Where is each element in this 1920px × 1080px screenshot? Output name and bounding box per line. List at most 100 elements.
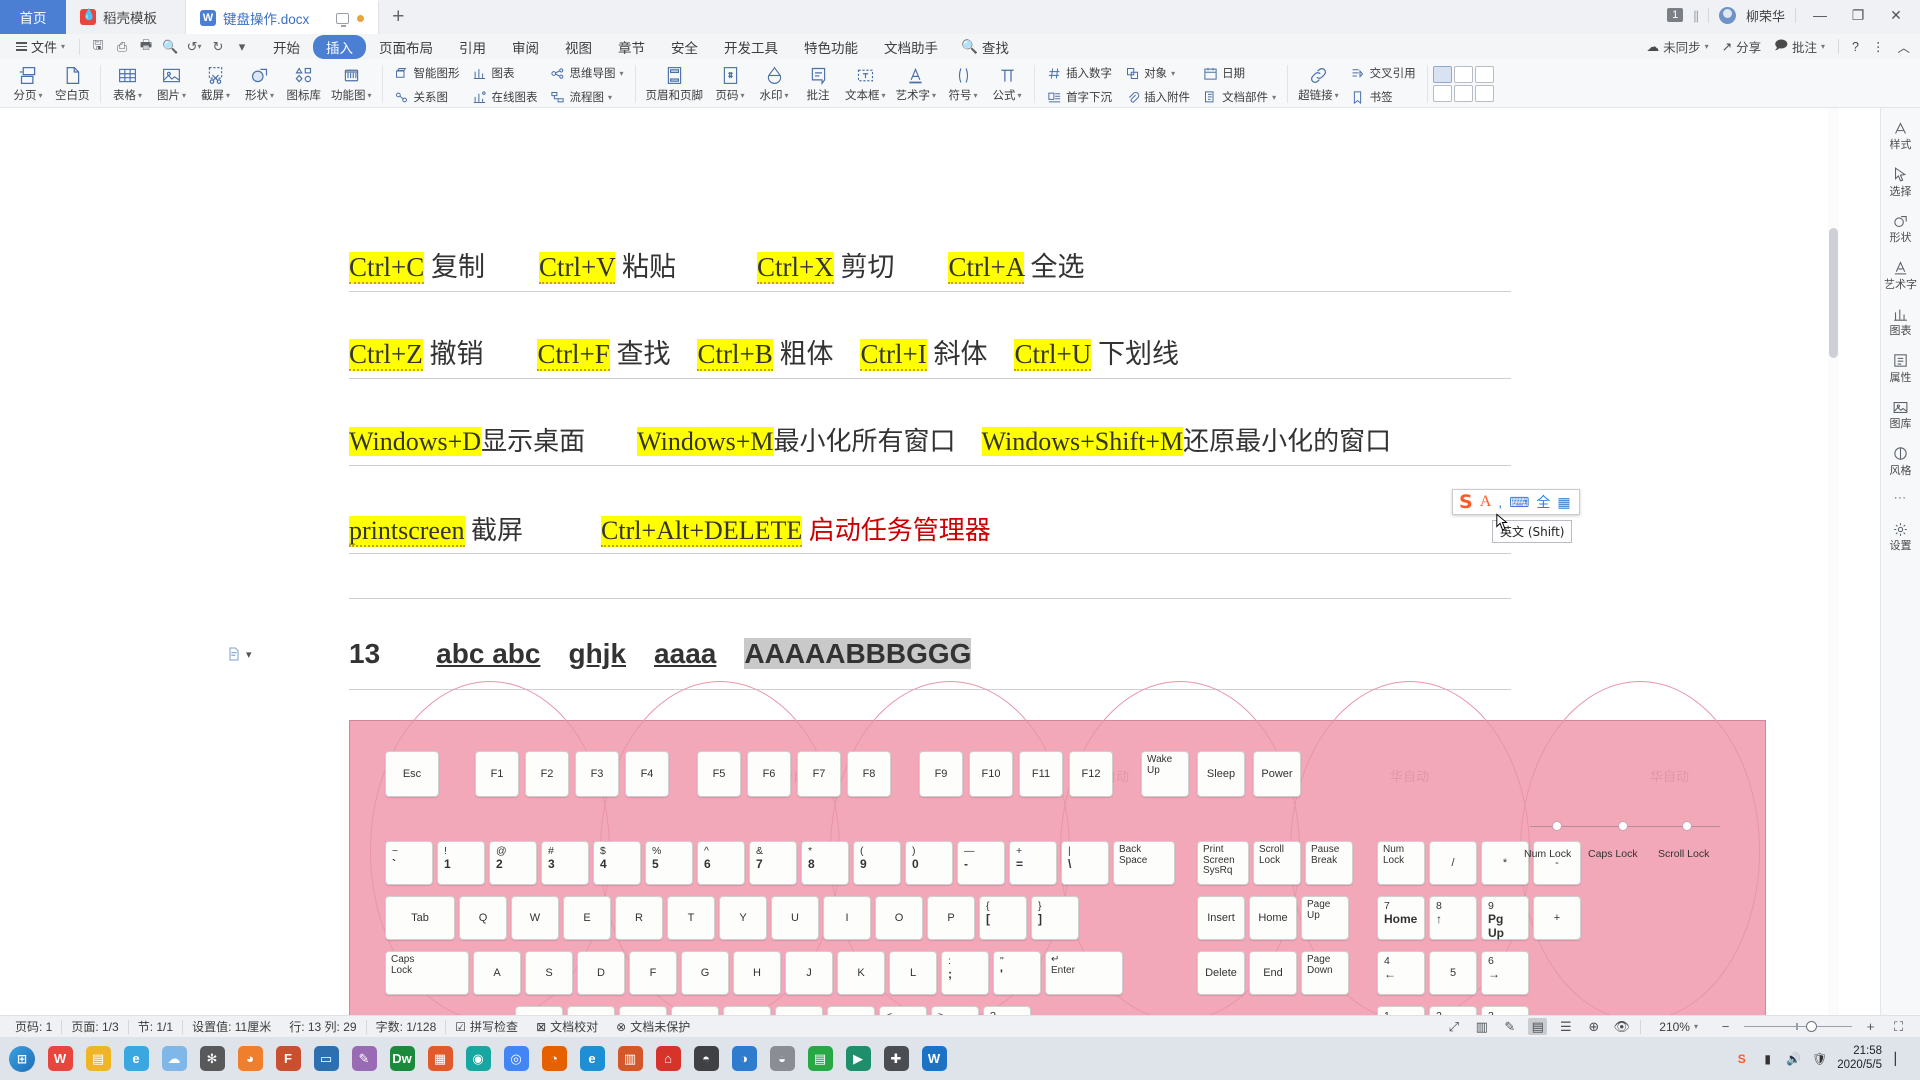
align-topbottom-icon[interactable]: [1453, 85, 1473, 102]
close-button[interactable]: ✕: [1882, 3, 1910, 27]
maximize-button[interactable]: ❐: [1844, 3, 1872, 27]
doc-line-5[interactable]: 13 abc abc ghjk aaaa AAAAABBBGGG: [349, 632, 972, 672]
tab-security[interactable]: 安全: [658, 35, 711, 59]
tab-keyboard-docx[interactable]: W 键盘操作.docx: [186, 0, 380, 34]
icon-library-button[interactable]: 图标库: [282, 62, 327, 103]
ime-mode-icon[interactable]: A: [1480, 493, 1492, 511]
outline-layout-icon[interactable]: ☰: [1556, 1018, 1575, 1035]
sogou-icon[interactable]: S: [1733, 1050, 1750, 1067]
page-break-button[interactable]: 分页 ▾: [6, 62, 50, 103]
redo-icon[interactable]: ↻: [206, 37, 230, 57]
align-through-icon[interactable]: [1432, 85, 1452, 102]
insert-number-button[interactable]: 插入数字: [1040, 62, 1118, 84]
undo-icon[interactable]: ↺ ▾: [182, 37, 206, 57]
present-icon[interactable]: [336, 12, 350, 27]
taskbar-firefox-icon[interactable]: ◔: [536, 1040, 572, 1078]
align-inline-icon[interactable]: [1432, 66, 1452, 83]
tab-start[interactable]: 开始: [260, 35, 313, 59]
taskbar-teal-app-icon[interactable]: ◉: [460, 1040, 496, 1078]
online-chart-button[interactable]: 在线图表: [466, 86, 544, 107]
bookmark-button[interactable]: 书签: [1344, 86, 1422, 107]
tab-section[interactable]: 章节: [605, 35, 658, 59]
shapes-button[interactable]: 形状 ▾: [238, 62, 282, 103]
align-square-icon[interactable]: [1453, 66, 1473, 83]
panel-item-gallery[interactable]: 图库: [1884, 397, 1918, 431]
status-page-number[interactable]: 页码: 1: [6, 1018, 61, 1035]
page-number-button[interactable]: 页码 ▾: [708, 62, 752, 103]
zoom-slider[interactable]: [1744, 1020, 1852, 1032]
taskbar-app1-icon[interactable]: ✻: [194, 1040, 230, 1078]
taskbar-green-app-icon[interactable]: ▤: [802, 1040, 838, 1078]
tab-view[interactable]: 视图: [552, 35, 605, 59]
status-protection[interactable]: ⊗ 文档未保护: [607, 1018, 699, 1035]
doc-parts-button[interactable]: 文档部件 ▾: [1196, 86, 1282, 107]
sync-status-button[interactable]: ☁ 未同步 ▾: [1647, 37, 1709, 56]
tab-reference[interactable]: 引用: [446, 35, 499, 59]
align-behind-icon[interactable]: [1474, 85, 1494, 102]
object-anchor[interactable]: ▾: [226, 646, 252, 662]
doc-line-2[interactable]: Ctrl+Z 撤销 Ctrl+F 查找 Ctrl+B 粗体 Ctrl+I 斜体 …: [349, 332, 1179, 371]
panel-item-chart[interactable]: 图表: [1884, 304, 1918, 338]
taskbar-cube-icon[interactable]: ✚: [878, 1040, 914, 1078]
network-icon[interactable]: ▮: [1759, 1050, 1776, 1067]
blank-page-button[interactable]: 空白页: [50, 62, 95, 103]
panel-item-properties[interactable]: 属性: [1884, 351, 1918, 385]
taskbar-pen-icon[interactable]: ✎: [346, 1040, 382, 1078]
file-menu-button[interactable]: 文件 ▾: [8, 37, 73, 56]
function-chart-button[interactable]: 功能图 ▾: [326, 62, 377, 103]
ime-toolbar[interactable]: S A , ⌨ 全 ▦: [1452, 489, 1580, 515]
watermark-button[interactable]: 水印 ▾: [752, 62, 796, 103]
panel-more-icon[interactable]: ⋯: [1894, 490, 1908, 506]
reading-layout-icon[interactable]: ▥: [1472, 1018, 1491, 1035]
tab-features[interactable]: 特色功能: [791, 35, 871, 59]
toolbox-icon[interactable]: ▦: [1557, 494, 1570, 511]
hyperlink-button[interactable]: 超链接 ▾: [1293, 62, 1344, 103]
attachment-button[interactable]: 插入附件: [1118, 86, 1196, 107]
taskbar-dw-icon[interactable]: Dw: [384, 1040, 420, 1078]
comment-button[interactable]: 🗩 批注 ▾: [1774, 36, 1825, 57]
chart-button[interactable]: 图表: [466, 62, 544, 84]
document-canvas[interactable]: Ctrl+C 复制 Ctrl+V 粘贴 Ctrl+X 剪切 Ctrl+A 全选 …: [0, 108, 1880, 1015]
zoom-level[interactable]: 210% ▾: [1650, 1020, 1707, 1034]
smartart-button[interactable]: 智能图形: [388, 62, 466, 84]
tab-review[interactable]: 审阅: [499, 35, 552, 59]
mindmap-button[interactable]: 思维导图 ▾: [544, 62, 630, 84]
drop-cap-button[interactable]: 首字下沉: [1040, 86, 1118, 107]
taskbar-chrome-icon[interactable]: ◎: [498, 1040, 534, 1078]
panel-item-select[interactable]: 选择: [1884, 165, 1918, 199]
fit-page-button[interactable]: ⛶: [1889, 1018, 1908, 1035]
taskbar-edge-icon[interactable]: e: [118, 1040, 154, 1078]
sogou-logo-icon[interactable]: S: [1459, 492, 1473, 512]
start-button[interactable]: ⊞: [4, 1040, 40, 1078]
new-tab-button[interactable]: +: [379, 0, 417, 34]
flowchart-button[interactable]: 流程图 ▾: [544, 86, 630, 107]
share-button[interactable]: ↗ 分享: [1722, 37, 1762, 56]
eye-protect-icon[interactable]: 👁: [1612, 1018, 1631, 1035]
panel-item-shape[interactable]: 形状: [1884, 211, 1918, 245]
print-layout-icon[interactable]: ▤: [1528, 1018, 1548, 1035]
fullwidth-icon[interactable]: 全: [1536, 492, 1550, 512]
more-options-icon[interactable]: ⋮: [1872, 39, 1885, 54]
scrollbar-thumb[interactable]: [1829, 228, 1838, 358]
save-icon[interactable]: 🖫: [86, 37, 110, 57]
home-tab[interactable]: 首页: [0, 0, 66, 34]
soft-keyboard-icon[interactable]: ⌨: [1509, 494, 1529, 511]
panel-item-style-theme[interactable]: 风格: [1884, 444, 1918, 478]
table-button[interactable]: 表格 ▾: [106, 62, 150, 103]
edit-layout-icon[interactable]: ✎: [1500, 1018, 1519, 1035]
window-list-icon[interactable]: ||: [1693, 8, 1699, 23]
tab-docer-template[interactable]: 稻壳模板: [66, 0, 186, 34]
taskbar-red-home-icon[interactable]: ⌂: [650, 1040, 686, 1078]
volume-icon[interactable]: 🔊: [1785, 1050, 1802, 1067]
status-section[interactable]: 节: 1/1: [129, 1018, 182, 1035]
tab-doc-assistant[interactable]: 文档助手: [871, 35, 951, 59]
collapse-ribbon-icon[interactable]: ︿: [1897, 37, 1910, 56]
taskbar-wps-doc-icon[interactable]: W: [916, 1040, 952, 1078]
doc-line-4[interactable]: printscreen 截屏 Ctrl+Alt+DELETE 启动任务管理器: [349, 510, 991, 547]
formula-button[interactable]: 公式 ▾: [985, 62, 1029, 103]
fullscreen-icon[interactable]: ⤢: [1444, 1018, 1463, 1035]
tab-developer[interactable]: 开发工具: [711, 35, 791, 59]
search-menu-button[interactable]: 🔍 查找: [961, 37, 1009, 57]
symbol-button[interactable]: 符号 ▾: [941, 62, 985, 103]
taskbar-panda-icon[interactable]: ◓: [688, 1040, 724, 1078]
